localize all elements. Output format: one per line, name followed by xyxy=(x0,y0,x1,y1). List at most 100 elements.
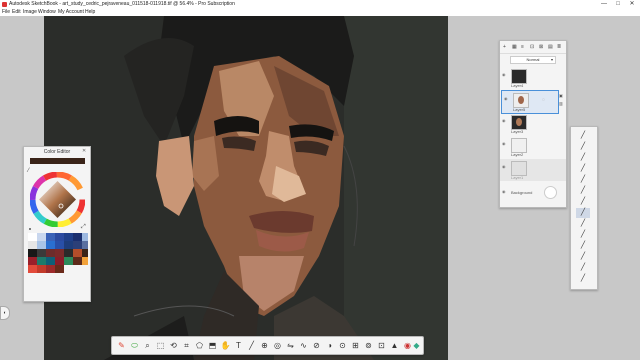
layer-editor-icon[interactable]: ⊡ xyxy=(376,340,387,351)
minimize-button[interactable]: — xyxy=(597,0,611,9)
swatch[interactable] xyxy=(28,249,37,257)
brush-icon[interactable]: ╱ xyxy=(576,131,590,141)
swatch[interactable] xyxy=(73,241,82,249)
pencil-icon[interactable]: ✎ xyxy=(116,340,127,351)
eye-icon[interactable]: ◉ xyxy=(502,118,506,123)
swatch[interactable] xyxy=(55,257,64,265)
brush-icon[interactable]: ╱ xyxy=(576,164,590,174)
swatch[interactable] xyxy=(55,249,64,257)
eye-icon[interactable]: ◉ xyxy=(504,96,508,101)
swatch[interactable] xyxy=(55,241,64,249)
brush-icon[interactable]: ╱ xyxy=(576,197,590,207)
swatch[interactable] xyxy=(82,233,88,241)
brush-icon[interactable]: ╱ xyxy=(576,252,590,262)
menu-file[interactable]: File xyxy=(2,9,10,16)
brush-icon-selected[interactable]: ╱ xyxy=(576,208,590,218)
layer-row-5[interactable]: ◉ Layer5 ◌ xyxy=(501,90,559,114)
blend-mode-select[interactable]: Normal ▾ xyxy=(510,56,556,64)
left-panel-handle[interactable]: ◐ xyxy=(0,306,10,320)
eye-icon[interactable]: ◉ xyxy=(502,189,506,194)
swatch[interactable] xyxy=(46,257,55,265)
color-wheel[interactable] xyxy=(29,171,86,232)
layer-menu-icon[interactable]: ≡ xyxy=(521,44,524,50)
close-button[interactable]: ✕ xyxy=(625,0,639,9)
brush-library-icon[interactable]: ⬭ xyxy=(129,340,140,351)
menu-help[interactable]: Help xyxy=(85,9,95,16)
brush-properties-icon[interactable]: ◆ xyxy=(412,340,421,351)
brush-icon[interactable]: ╱ xyxy=(576,274,590,284)
swatch[interactable] xyxy=(64,233,73,241)
layer-row-1[interactable]: ◉ Layer1 xyxy=(500,159,566,181)
menu-my-account[interactable]: My Account xyxy=(58,9,84,16)
crop-icon[interactable]: ⌗ xyxy=(181,340,192,351)
swatch[interactable] xyxy=(28,257,37,265)
layer-row-2[interactable]: ◉ Layer2 xyxy=(500,136,566,158)
curve-icon[interactable]: ∿ xyxy=(298,340,309,351)
brush-icon[interactable]: ╱ xyxy=(576,175,590,185)
swatch[interactable] xyxy=(55,233,64,241)
ellipse-icon[interactable]: ◎ xyxy=(272,340,283,351)
brush-icon[interactable]: ╱ xyxy=(576,186,590,196)
hand-icon[interactable]: ✋ xyxy=(220,340,231,351)
add-layer-icon[interactable]: + xyxy=(503,44,506,50)
rotate-icon[interactable]: ⟲ xyxy=(168,340,179,351)
add-image-layer-icon[interactable]: ▦ xyxy=(512,44,517,50)
stroke-icon[interactable]: ⇋ xyxy=(285,340,296,351)
layer-options-icon[interactable]: ≣ xyxy=(557,44,561,50)
fill-icon[interactable]: ◑ xyxy=(324,340,335,351)
menu-image[interactable]: Image xyxy=(23,9,37,16)
select-icon[interactable]: ⬚ xyxy=(155,340,166,351)
menu-window[interactable]: Window xyxy=(38,9,56,16)
perspective-icon[interactable]: ⊙ xyxy=(337,340,348,351)
distort-icon[interactable]: ⬒ xyxy=(207,340,218,351)
swatch[interactable] xyxy=(28,233,37,241)
eyedropper-icon[interactable]: ⁄ xyxy=(28,168,29,174)
menu-edit[interactable]: Edit xyxy=(12,9,21,16)
brush-icon[interactable]: ╱ xyxy=(576,142,590,152)
swatch[interactable] xyxy=(37,233,46,241)
eye-icon[interactable]: ◉ xyxy=(502,164,506,169)
current-color-swatch[interactable] xyxy=(30,158,85,164)
swatch[interactable] xyxy=(82,241,88,249)
swatch[interactable] xyxy=(82,257,88,265)
swatch[interactable] xyxy=(46,233,55,241)
drawing-canvas[interactable] xyxy=(44,16,448,360)
swatch[interactable] xyxy=(37,241,46,249)
layer-row-background[interactable]: ◉ Background xyxy=(500,182,566,204)
symmetry-icon[interactable]: ⊕ xyxy=(259,340,270,351)
swatch[interactable] xyxy=(73,257,82,265)
lock-icon[interactable]: ▣ xyxy=(559,93,563,98)
swatch[interactable] xyxy=(73,249,82,257)
transform-icon[interactable]: ⬠ xyxy=(194,340,205,351)
predictive-stroke-icon[interactable]: ⊘ xyxy=(311,340,322,351)
swatch[interactable] xyxy=(28,241,37,249)
ruler-icon[interactable]: ╱ xyxy=(246,340,257,351)
swatch[interactable] xyxy=(37,265,46,273)
swatch[interactable] xyxy=(46,265,55,273)
brush-palette-icon[interactable]: ▲ xyxy=(389,340,400,351)
swatch[interactable] xyxy=(64,241,73,249)
duplicate-layer-icon[interactable]: ⊡ xyxy=(530,44,534,50)
swatch[interactable] xyxy=(82,249,88,257)
swatch[interactable] xyxy=(37,249,46,257)
brush-icon[interactable]: ╱ xyxy=(576,230,590,240)
background-color-swatch[interactable] xyxy=(544,186,557,199)
layer-row-3[interactable]: ◉ Layer3 xyxy=(500,113,566,135)
swatch[interactable] xyxy=(64,257,73,265)
layer-opacity-icon[interactable]: ◌ xyxy=(542,97,545,103)
merge-layer-icon[interactable]: ▤ xyxy=(548,44,553,50)
zoom-icon[interactable]: ⌕ xyxy=(142,340,153,351)
swatch[interactable] xyxy=(46,249,55,257)
brush-icon[interactable]: ╱ xyxy=(576,219,590,229)
brush-icon[interactable]: ╱ xyxy=(576,263,590,273)
maximize-button[interactable]: □ xyxy=(611,0,625,9)
swatch[interactable] xyxy=(28,265,37,273)
swatch[interactable] xyxy=(73,233,82,241)
brush-icon[interactable]: ╱ xyxy=(576,153,590,163)
brush-icon[interactable]: ╱ xyxy=(576,241,590,251)
copic-icon[interactable]: ⊚ xyxy=(363,340,374,351)
clear-layer-icon[interactable]: ⊠ xyxy=(539,44,543,50)
swatch[interactable] xyxy=(64,249,73,257)
reset-color-icon[interactable]: ⤢ xyxy=(81,224,86,231)
grid-icon[interactable]: ⊞ xyxy=(350,340,361,351)
